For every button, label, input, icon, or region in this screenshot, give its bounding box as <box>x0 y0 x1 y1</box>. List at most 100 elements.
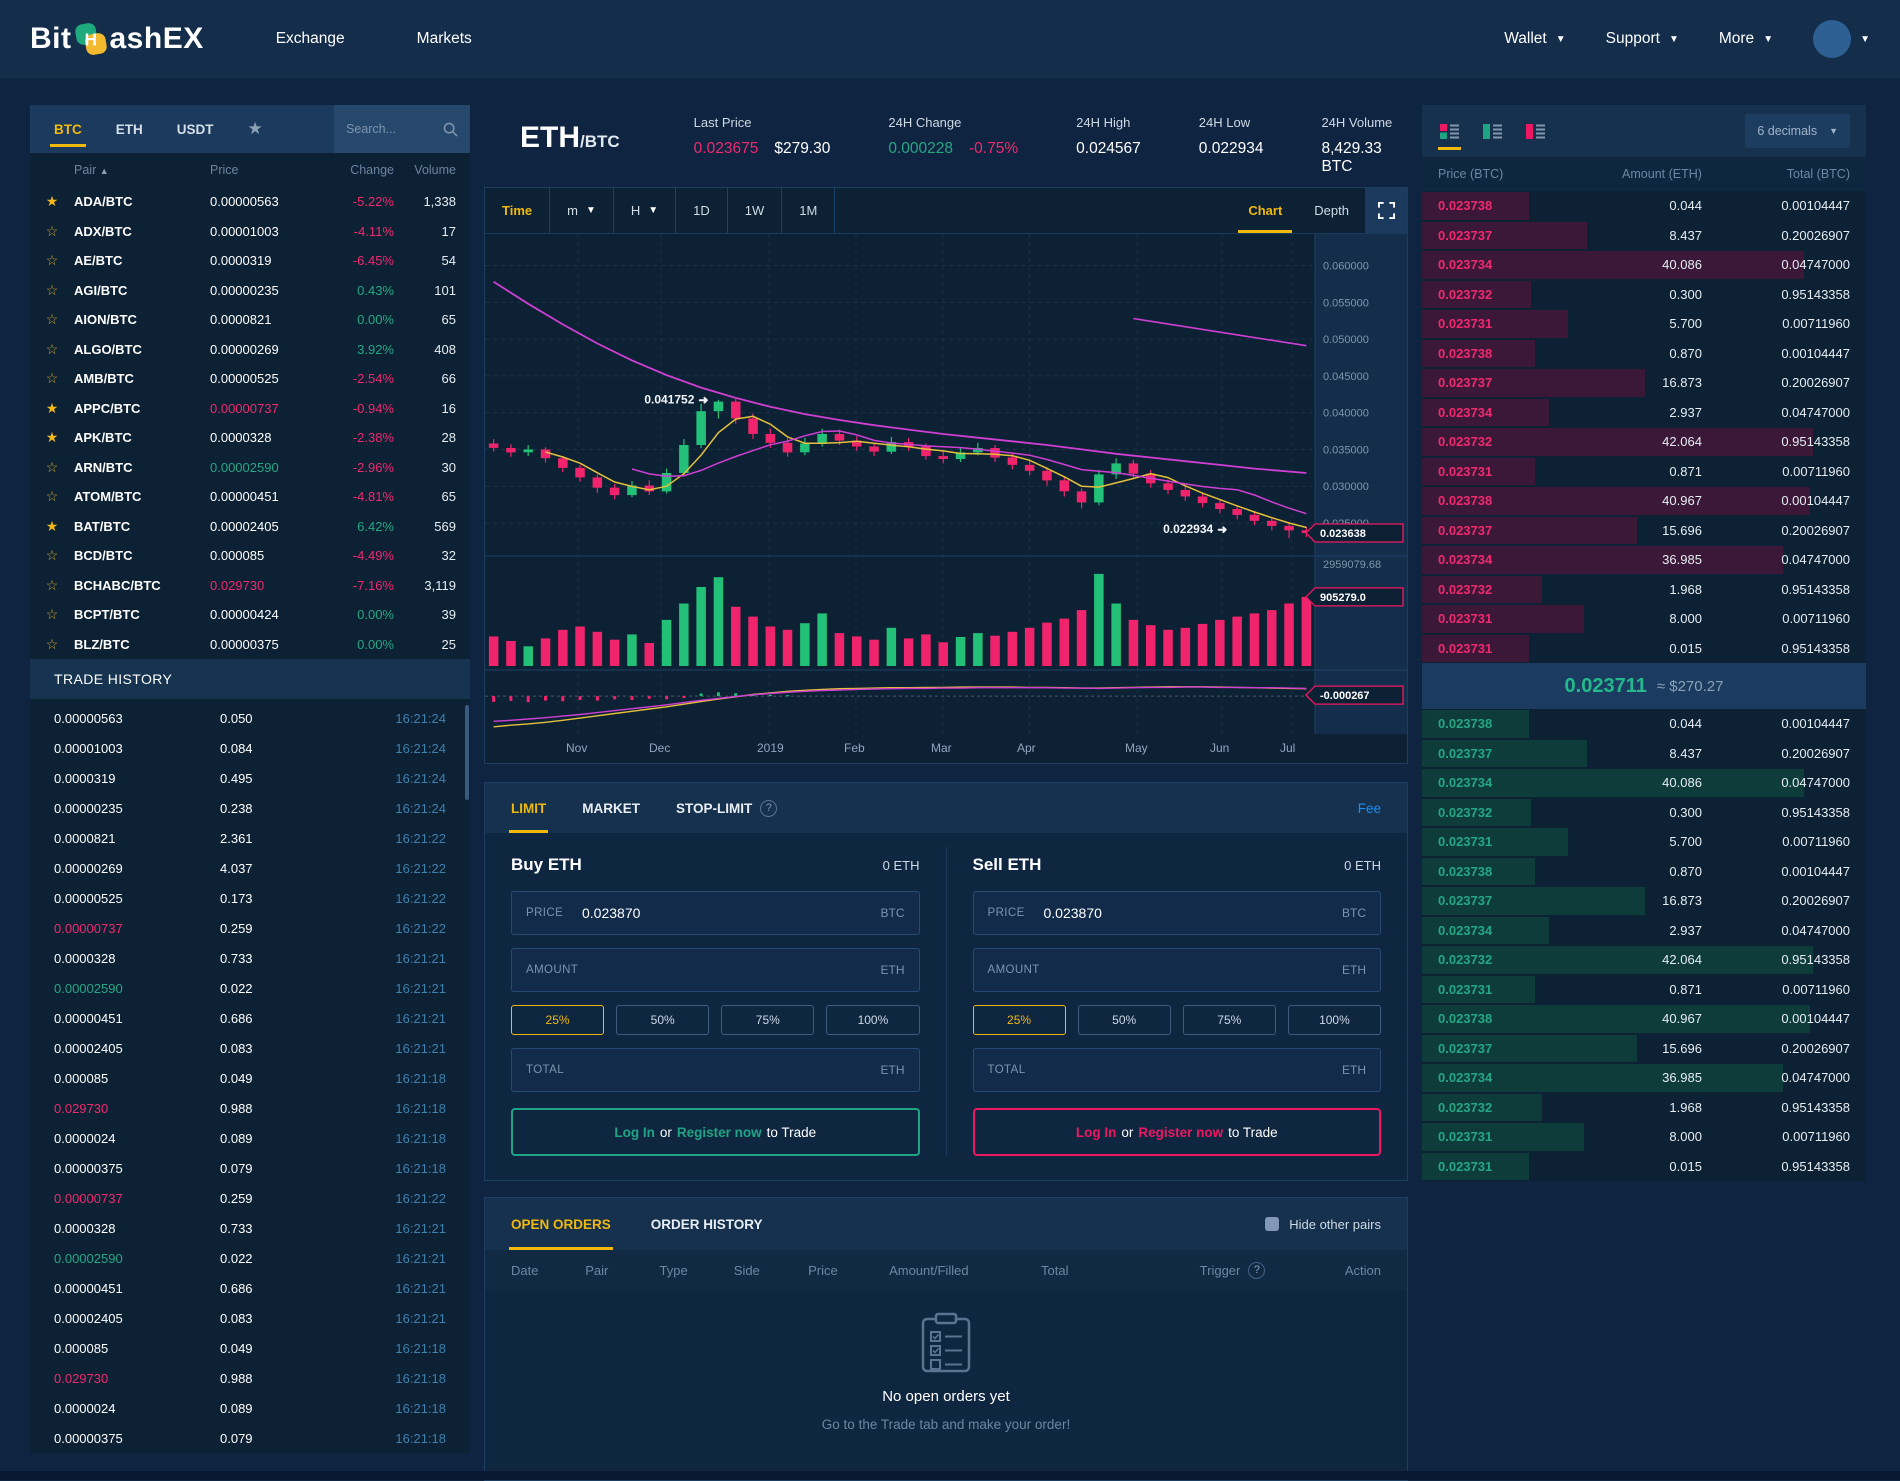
tab-limit[interactable]: LIMIT <box>511 783 546 833</box>
orderbook-ask-row[interactable]: 0.023731 5.700 0.00711960 <box>1422 309 1866 339</box>
percent-25-button[interactable]: 25% <box>511 1005 604 1035</box>
avatar[interactable] <box>1813 20 1851 58</box>
view-bids-only-icon[interactable] <box>1524 105 1547 157</box>
help-icon[interactable]: ? <box>1248 1262 1265 1279</box>
login-link[interactable]: Log In <box>1076 1125 1117 1140</box>
tab-order-history[interactable]: ORDER HISTORY <box>651 1198 763 1250</box>
tab-chart[interactable]: Chart <box>1232 188 1298 233</box>
favorite-star-icon[interactable]: ☆ <box>30 370 74 387</box>
orderbook-bid-row[interactable]: 0.023731 0.871 0.00711960 <box>1422 975 1866 1005</box>
interval-hours-dropdown[interactable]: H▼ <box>614 188 676 233</box>
favorite-star-icon[interactable]: ☆ <box>30 252 74 269</box>
nav-link-exchange[interactable]: Exchange <box>276 30 345 48</box>
orderbook-bid-row[interactable]: 0.023732 1.968 0.95143358 <box>1422 1093 1866 1123</box>
favorite-star-icon[interactable]: ☆ <box>30 223 74 240</box>
sell-total-field[interactable]: TOTAL ETH <box>973 1048 1382 1092</box>
fee-link[interactable]: Fee <box>1358 783 1381 833</box>
pair-row[interactable]: ☆ BCHABC/BTC 0.029730 -7.16% 3,119 <box>30 571 470 601</box>
pair-row[interactable]: ☆ ATOM/BTC 0.00000451 -4.81% 65 <box>30 482 470 512</box>
pair-row[interactable]: ☆ AMB/BTC 0.00000525 -2.54% 66 <box>30 364 470 394</box>
decimals-dropdown[interactable]: 6 decimals ▼ <box>1745 114 1850 148</box>
fullscreen-button[interactable] <box>1365 188 1407 233</box>
orderbook-ask-row[interactable]: 0.023738 0.870 0.00104447 <box>1422 339 1866 369</box>
orderbook-bid-row[interactable]: 0.023738 0.044 0.00104447 <box>1422 709 1866 739</box>
orderbook-bid-row[interactable]: 0.023737 15.696 0.20026907 <box>1422 1034 1866 1064</box>
interval-time-button[interactable]: Time <box>485 188 550 233</box>
interval-minutes-dropdown[interactable]: m▼ <box>550 188 614 233</box>
sell-amount-field[interactable]: AMOUNT ETH <box>973 948 1382 992</box>
favorites-star-icon[interactable]: ★ <box>248 119 263 139</box>
interval-1d-button[interactable]: 1D <box>676 188 728 233</box>
orderbook-ask-row[interactable]: 0.023732 42.064 0.95143358 <box>1422 427 1866 457</box>
tab-eth-markets[interactable]: ETH <box>116 105 143 153</box>
view-asks-only-icon[interactable] <box>1481 105 1504 157</box>
orderbook-bid-row[interactable]: 0.023732 42.064 0.95143358 <box>1422 945 1866 975</box>
percent-100-button[interactable]: 100% <box>826 1005 919 1035</box>
tab-usdt-markets[interactable]: USDT <box>177 105 214 153</box>
favorite-star-icon[interactable]: ★ <box>30 193 74 210</box>
orderbook-ask-row[interactable]: 0.023737 16.873 0.20026907 <box>1422 368 1866 398</box>
orderbook-bid-row[interactable]: 0.023732 0.300 0.95143358 <box>1422 798 1866 828</box>
pair-row[interactable]: ☆ BCD/BTC 0.000085 -4.49% 32 <box>30 541 470 571</box>
favorite-star-icon[interactable]: ☆ <box>30 606 74 623</box>
buy-login-cta[interactable]: Log In or Register now to Trade <box>511 1108 920 1156</box>
orderbook-bid-row[interactable]: 0.023734 36.985 0.04747000 <box>1422 1063 1866 1093</box>
app-logo[interactable]: Bit H ashEX <box>30 21 204 57</box>
favorite-star-icon[interactable]: ★ <box>30 518 74 535</box>
orderbook-bid-row[interactable]: 0.023737 16.873 0.20026907 <box>1422 886 1866 916</box>
buy-amount-field[interactable]: AMOUNT ETH <box>511 948 920 992</box>
pair-row[interactable]: ☆ AGI/BTC 0.00000235 0.43% 101 <box>30 276 470 306</box>
orderbook-ask-row[interactable]: 0.023731 0.015 0.95143358 <box>1422 634 1866 664</box>
buy-price-field[interactable]: PRICE 0.023870 BTC <box>511 891 920 935</box>
pair-row[interactable]: ★ ADA/BTC 0.00000563 -5.22% 1,338 <box>30 187 470 217</box>
orderbook-bid-row[interactable]: 0.023731 0.015 0.95143358 <box>1422 1152 1866 1182</box>
favorite-star-icon[interactable]: ★ <box>30 400 74 417</box>
search-input[interactable] <box>346 122 443 136</box>
register-link[interactable]: Register now <box>1138 1125 1223 1140</box>
orderbook-ask-row[interactable]: 0.023734 40.086 0.04747000 <box>1422 250 1866 280</box>
orderbook-ask-row[interactable]: 0.023731 0.871 0.00711960 <box>1422 457 1866 487</box>
login-link[interactable]: Log In <box>614 1125 655 1140</box>
orderbook-ask-row[interactable]: 0.023734 2.937 0.04747000 <box>1422 398 1866 428</box>
interval-1w-button[interactable]: 1W <box>728 188 783 233</box>
pair-row[interactable]: ☆ BLZ/BTC 0.00000375 0.00% 25 <box>30 630 470 660</box>
sell-price-field[interactable]: PRICE 0.023870 BTC <box>973 891 1382 935</box>
pair-row[interactable]: ★ APPC/BTC 0.00000737 -0.94% 16 <box>30 394 470 424</box>
orderbook-bid-row[interactable]: 0.023734 2.937 0.04747000 <box>1422 916 1866 946</box>
tab-market[interactable]: MARKET <box>582 783 640 833</box>
favorite-star-icon[interactable]: ★ <box>30 429 74 446</box>
candlestick-chart[interactable]: 0.0600000.0550000.0500000.0450000.040000… <box>485 234 1407 739</box>
orderbook-ask-row[interactable]: 0.023737 8.437 0.20026907 <box>1422 221 1866 251</box>
col-price[interactable]: Price <box>210 163 314 177</box>
buy-total-field[interactable]: TOTAL ETH <box>511 1048 920 1092</box>
tab-open-orders[interactable]: OPEN ORDERS <box>511 1198 611 1250</box>
tab-depth[interactable]: Depth <box>1298 188 1365 233</box>
tab-btc-markets[interactable]: BTC <box>54 105 82 153</box>
orderbook-bid-row[interactable]: 0.023738 40.967 0.00104447 <box>1422 1004 1866 1034</box>
market-search[interactable] <box>334 105 470 153</box>
percent-75-button[interactable]: 75% <box>721 1005 814 1035</box>
favorite-star-icon[interactable]: ☆ <box>30 636 74 653</box>
col-volume[interactable]: Volume <box>394 163 456 177</box>
nav-link-markets[interactable]: Markets <box>417 30 472 48</box>
percent-50-button[interactable]: 50% <box>616 1005 709 1035</box>
percent-75-button[interactable]: 75% <box>1183 1005 1276 1035</box>
orderbook-bid-row[interactable]: 0.023734 40.086 0.04747000 <box>1422 768 1866 798</box>
col-pair[interactable]: Pair ▲ <box>74 163 210 177</box>
pair-row[interactable]: ☆ AION/BTC 0.0000821 0.00% 65 <box>30 305 470 335</box>
nav-menu-more[interactable]: More ▼ <box>1719 30 1773 48</box>
tab-stop-limit[interactable]: STOP-LIMIT ? <box>676 783 777 833</box>
pair-row[interactable]: ☆ ARN/BTC 0.00002590 -2.96% 30 <box>30 453 470 483</box>
favorite-star-icon[interactable]: ☆ <box>30 311 74 328</box>
favorite-star-icon[interactable]: ☆ <box>30 459 74 476</box>
checkbox-icon[interactable] <box>1265 1217 1279 1231</box>
percent-100-button[interactable]: 100% <box>1288 1005 1381 1035</box>
view-both-sides-icon[interactable] <box>1438 105 1461 157</box>
pair-row[interactable]: ☆ AE/BTC 0.0000319 -6.45% 54 <box>30 246 470 276</box>
orderbook-ask-row[interactable]: 0.023737 15.696 0.20026907 <box>1422 516 1866 546</box>
nav-menu-support[interactable]: Support ▼ <box>1606 30 1679 48</box>
pair-row[interactable]: ☆ BCPT/BTC 0.00000424 0.00% 39 <box>30 600 470 630</box>
help-icon[interactable]: ? <box>760 800 777 817</box>
orderbook-ask-row[interactable]: 0.023732 0.300 0.95143358 <box>1422 280 1866 310</box>
favorite-star-icon[interactable]: ☆ <box>30 488 74 505</box>
